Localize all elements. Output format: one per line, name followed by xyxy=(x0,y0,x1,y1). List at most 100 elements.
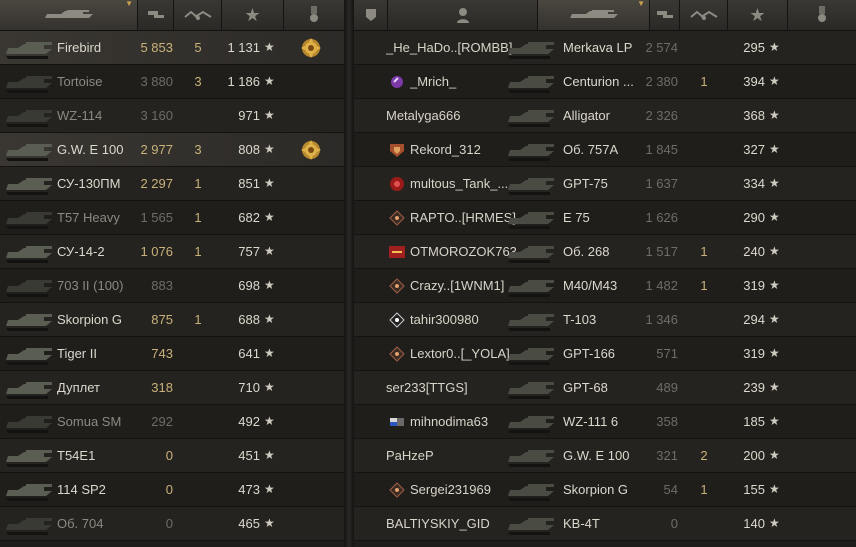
battles-value: 3 880 xyxy=(140,74,173,89)
star-icon: ★ xyxy=(769,176,780,190)
tank-name: Firebird xyxy=(57,40,102,55)
table-row[interactable]: Tiger II 743 641 ★ xyxy=(0,337,344,371)
table-row[interactable]: mihnodima63 WZ-111 6 358 185 ★ xyxy=(354,405,856,439)
star-icon: ★ xyxy=(264,40,275,54)
table-row[interactable]: Об. 704 0 465 ★ xyxy=(0,507,344,541)
table-row[interactable]: СУ-130ПМ 2 297 1 851 ★ xyxy=(0,167,344,201)
wins-value: 3 xyxy=(194,142,202,157)
table-row[interactable]: Crazy..[1WNM1] M40/M43 1 482 1 319 ★ xyxy=(354,269,856,303)
star-icon: ★ xyxy=(264,142,275,156)
xp-value: 334 xyxy=(743,176,765,191)
battles-icon xyxy=(656,11,673,18)
battles-value: 743 xyxy=(151,346,173,361)
star-icon: ★ xyxy=(264,516,275,530)
left-header: ▼ ★ xyxy=(0,0,344,31)
table-row[interactable]: Metalyga666 Alligator 2 326 368 ★ xyxy=(354,99,856,133)
sort-tank-header-right[interactable]: ▼ xyxy=(538,0,650,30)
sort-battles-header[interactable] xyxy=(138,0,174,30)
table-row[interactable]: tahir300980 T-103 1 346 294 ★ xyxy=(354,303,856,337)
tank-icon xyxy=(2,374,58,402)
tank-icon xyxy=(504,136,560,164)
table-row[interactable]: СУ-14-2 1 076 1 757 ★ xyxy=(0,235,344,269)
table-row[interactable]: Tortoise 3 880 3 1 186 ★ xyxy=(0,65,344,99)
table-row[interactable]: OTMOROZOK763 Об. 268 1 517 1 240 ★ xyxy=(354,235,856,269)
battles-value: 2 326 xyxy=(645,108,678,123)
table-row[interactable]: ser233[TTGS] GPT-68 489 239 ★ xyxy=(354,371,856,405)
xp-value: 971 xyxy=(238,108,260,123)
tank-icon xyxy=(2,34,58,62)
wins-value xyxy=(680,31,728,64)
tank-name: T57 Heavy xyxy=(57,210,120,225)
table-row[interactable]: BALTIYSKIY_GID KB-4T 0 140 ★ xyxy=(354,507,856,541)
battles-value: 318 xyxy=(151,380,173,395)
xp-value: 319 xyxy=(743,346,765,361)
table-row[interactable]: PaHzeP G.W. E 100 321 2 200 ★ xyxy=(354,439,856,473)
sort-medal-header-right[interactable] xyxy=(788,0,856,30)
battles-value: 292 xyxy=(151,414,173,429)
tank-name: T54E1 xyxy=(57,448,96,463)
clan-icon xyxy=(388,312,406,328)
sort-xp-header-right[interactable]: ★ xyxy=(728,0,788,30)
sort-wins-header-right[interactable] xyxy=(680,0,728,30)
table-row[interactable]: Rekord_312 Об. 757А 1 845 327 ★ xyxy=(354,133,856,167)
xp-value: 698 xyxy=(238,278,260,293)
sort-wins-header[interactable] xyxy=(174,0,222,30)
xp-value: 239 xyxy=(743,380,765,395)
sort-medal-header[interactable] xyxy=(284,0,344,30)
star-icon: ★ xyxy=(769,210,780,224)
tank-icon xyxy=(504,204,560,232)
table-row[interactable]: G.W. E 100 2 977 3 808 ★ xyxy=(0,133,344,167)
table-row[interactable]: WZ-114 3 160 971 ★ xyxy=(0,99,344,133)
table-row[interactable]: Lextor0..[_YOLA] GPT-166 571 319 ★ xyxy=(354,337,856,371)
wins-value xyxy=(174,269,222,302)
table-row[interactable]: 703 II (100) 883 698 ★ xyxy=(0,269,344,303)
star-icon: ★ xyxy=(264,312,275,326)
table-row[interactable]: _Mrich_ Centurion ... 2 380 1 394 ★ xyxy=(354,65,856,99)
table-row[interactable]: _He_HaDo..[ROMBB] Merkava LP 2 574 295 ★ xyxy=(354,31,856,65)
wins-value xyxy=(680,405,728,438)
tank-name: 703 II (100) xyxy=(57,278,124,293)
tank-name: 114 SP2 xyxy=(57,482,106,497)
table-row[interactable]: Somua SM 292 492 ★ xyxy=(0,405,344,439)
table-row[interactable]: Дуплет 318 710 ★ xyxy=(0,371,344,405)
battles-value: 0 xyxy=(165,448,173,463)
xp-value: 140 xyxy=(743,516,765,531)
sort-xp-header[interactable]: ★ xyxy=(222,0,284,30)
wins-value: 1 xyxy=(194,210,202,225)
table-row[interactable]: Firebird 5 853 5 1 131 ★ xyxy=(0,31,344,65)
panel-divider xyxy=(344,0,354,547)
table-row[interactable]: Sergei231969 Skorpion G 54 1 155 ★ xyxy=(354,473,856,507)
xp-value: 851 xyxy=(238,176,260,191)
star-icon: ★ xyxy=(264,448,275,462)
sort-arrow-icon: ▼ xyxy=(125,0,133,8)
star-icon: ★ xyxy=(769,74,780,88)
star-icon: ★ xyxy=(769,142,780,156)
table-row[interactable]: T57 Heavy 1 565 1 682 ★ xyxy=(0,201,344,235)
star-icon: ★ xyxy=(264,176,275,190)
wins-value xyxy=(174,99,222,132)
star-icon: ★ xyxy=(264,346,275,360)
star-icon: ★ xyxy=(769,40,780,54)
tank-icon xyxy=(2,408,58,436)
star-icon: ★ xyxy=(769,380,780,394)
sort-battles-header-right[interactable] xyxy=(650,0,680,30)
star-icon: ★ xyxy=(769,244,780,258)
star-icon: ★ xyxy=(769,108,780,122)
xp-value: 394 xyxy=(743,74,765,89)
xp-value: 808 xyxy=(238,142,260,157)
table-row[interactable]: T54E1 0 451 ★ xyxy=(0,439,344,473)
table-row[interactable]: RAPTO..[HRMES] E 75 1 626 290 ★ xyxy=(354,201,856,235)
sort-player-header[interactable] xyxy=(388,0,538,30)
clan-icon xyxy=(365,9,376,21)
battles-value: 3 160 xyxy=(140,108,173,123)
table-row[interactable]: multous_Tank_... GPT-75 1 637 334 ★ xyxy=(354,167,856,201)
tank-icon xyxy=(2,204,58,232)
wins-value xyxy=(174,439,222,472)
xp-value: 319 xyxy=(743,278,765,293)
sort-clan-header[interactable] xyxy=(354,0,388,30)
xp-value: 200 xyxy=(743,448,765,463)
table-row[interactable]: Skorpion G 875 1 688 ★ xyxy=(0,303,344,337)
sort-tank-header[interactable]: ▼ xyxy=(0,0,138,30)
table-row[interactable]: 114 SP2 0 473 ★ xyxy=(0,473,344,507)
clan-icon xyxy=(388,142,406,158)
